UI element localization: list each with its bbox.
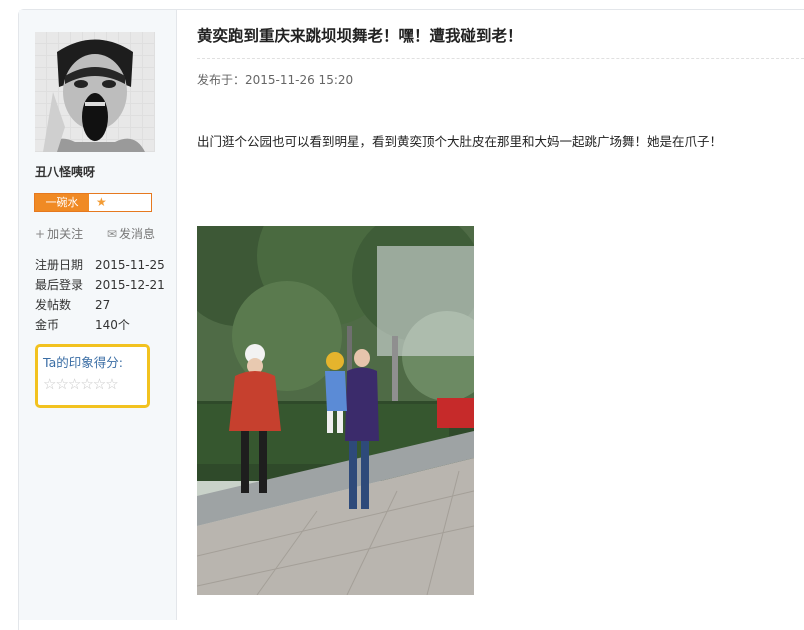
avatar[interactable] bbox=[35, 32, 155, 152]
impression-stars-icon[interactable]: ☆☆☆☆☆☆ bbox=[43, 375, 119, 393]
post-photo[interactable] bbox=[197, 226, 474, 595]
rank-label: 一碗水 bbox=[35, 194, 89, 211]
stat-row: 金币 140个 bbox=[35, 315, 165, 335]
post-body-text: 出门逛个公园也可以看到明星，看到黄奕顶个大肚皮在那里和大妈一起跳广场舞！她是在爪… bbox=[197, 134, 723, 149]
envelope-icon: ✉ bbox=[106, 227, 117, 241]
message-button[interactable]: ✉ 发消息 bbox=[107, 225, 165, 242]
stat-value: 140个 bbox=[95, 318, 130, 332]
stat-row: 发帖数 27 bbox=[35, 295, 165, 315]
post-content: 黄奕跑到重庆来跳坝坝舞老！嘿！遭我碰到老！ 发布于：2015-11-26 15:… bbox=[197, 0, 804, 620]
star-icon: ★ bbox=[96, 195, 107, 209]
post-title: 黄奕跑到重庆来跳坝坝舞老！嘿！遭我碰到老！ bbox=[197, 27, 523, 45]
user-stats: 注册日期 2015-11-25 最后登录 2015-12-21 发帖数 27 金币 14… bbox=[35, 255, 165, 335]
title-divider bbox=[197, 58, 804, 59]
stat-value[interactable]: 27 bbox=[95, 295, 165, 315]
rank-badge: 一碗水 ★ bbox=[34, 193, 152, 212]
photo-image bbox=[197, 226, 474, 595]
stat-key: 金币 bbox=[35, 318, 60, 332]
stat-key: 注册日期 bbox=[35, 258, 84, 272]
author-sidebar: 丑八怪咦呀 一碗水 ★ + 加关注 ✉ 发消息 注册日期 2015-11-25 最后登… bbox=[19, 10, 177, 620]
follow-button[interactable]: + 加关注 bbox=[35, 225, 93, 242]
impression-title[interactable]: Ta的印象得分: bbox=[43, 352, 123, 371]
follow-label: 加关注 bbox=[47, 227, 84, 241]
user-actions: + 加关注 ✉ 发消息 bbox=[35, 225, 175, 242]
stat-row: 注册日期 2015-11-25 bbox=[35, 255, 165, 275]
plus-icon: + bbox=[35, 227, 46, 241]
stat-key: 发帖数 bbox=[35, 298, 72, 312]
stat-row: 最后登录 2015-12-21 bbox=[35, 275, 165, 295]
stat-key: 最后登录 bbox=[35, 278, 84, 292]
stat-value: 2015-11-25 bbox=[95, 258, 165, 272]
stat-value: 2015-12-21 bbox=[95, 278, 165, 292]
username[interactable]: 丑八怪咦呀 bbox=[35, 163, 95, 180]
avatar-image bbox=[35, 32, 155, 152]
message-label: 发消息 bbox=[118, 227, 155, 241]
impression-box: Ta的印象得分: ☆☆☆☆☆☆ bbox=[35, 344, 150, 408]
post-timestamp: 发布于：2015-11-26 15:20 bbox=[197, 73, 354, 87]
